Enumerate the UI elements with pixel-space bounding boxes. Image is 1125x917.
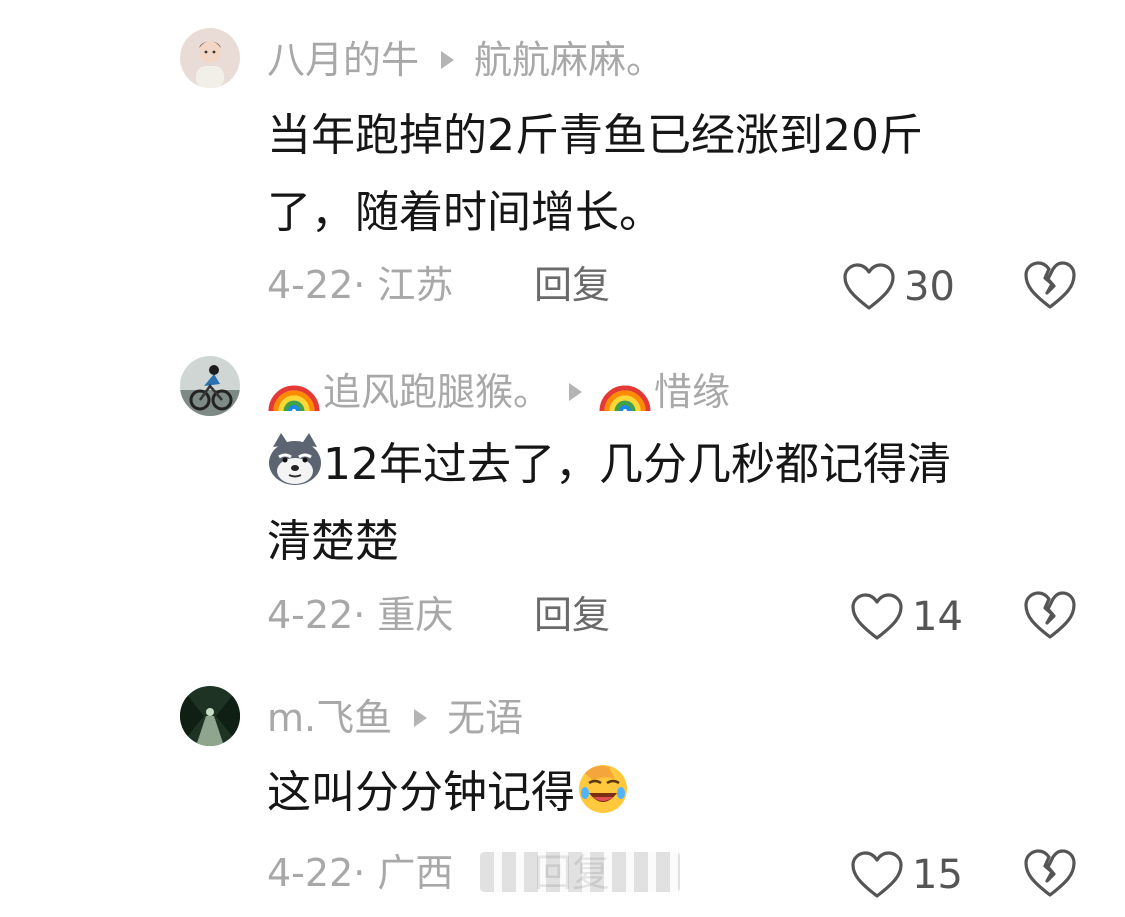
date-location: 4-22· 江苏	[267, 263, 454, 307]
heart-icon	[843, 263, 895, 310]
facepalm-laugh-emoji	[575, 759, 631, 815]
reply-button[interactable]: 回复	[534, 262, 610, 308]
broken-heart-icon	[1024, 591, 1076, 639]
comment-text: 当年跑掉的2斤青鱼已经涨到20斤 了，随着时间增长。	[267, 97, 1047, 251]
like-button[interactable]: 14	[850, 592, 963, 642]
username[interactable]: m.飞鱼	[267, 695, 392, 741]
comment-line: 12年过去了，几分几秒都记得清	[267, 426, 1047, 503]
comment-line-text: 这叫分分钟记得	[267, 767, 575, 818]
like-count: 14	[912, 594, 963, 640]
comment-line-text: 12年过去了，几分几秒都记得清	[323, 439, 951, 490]
reply-arrow-icon	[441, 51, 455, 69]
reply-arrow-icon	[569, 383, 583, 401]
broken-heart-icon	[1024, 849, 1076, 897]
reply-arrow-icon	[414, 709, 428, 727]
like-button[interactable]: 15	[850, 850, 963, 900]
comment-text: 这叫分分钟记得	[267, 754, 1047, 831]
reply-to-username[interactable]: 无语	[447, 695, 523, 741]
rainbow-emoji	[598, 365, 652, 419]
rainbow-emoji	[267, 365, 321, 419]
comment-meta: 4-22· 广西 回复	[267, 850, 610, 896]
avatar[interactable]	[180, 686, 240, 746]
comment-header: 八月的牛 航航麻麻。	[267, 37, 664, 83]
comment-text: 12年过去了，几分几秒都记得清 清楚楚	[267, 426, 1047, 580]
comment-meta: 4-22· 江苏 回复	[267, 262, 610, 308]
like-count: 30	[904, 264, 955, 310]
date-location: 4-22· 广西	[267, 851, 454, 895]
avatar[interactable]	[180, 28, 240, 88]
comment-line: 当年跑掉的2斤青鱼已经涨到20斤	[267, 110, 923, 161]
broken-heart-icon	[1024, 261, 1076, 309]
watermark-overlay	[480, 852, 680, 892]
heart-icon	[851, 851, 903, 898]
date-location: 4-22· 重庆	[267, 593, 454, 637]
comment-meta: 4-22· 重庆 回复	[267, 592, 610, 638]
comment-header: 追风跑腿猴。 惜缘	[267, 365, 730, 419]
username[interactable]: 追风跑腿猴。	[323, 369, 551, 415]
dislike-button[interactable]	[1022, 588, 1078, 644]
dislike-button[interactable]	[1022, 258, 1078, 314]
comment-line: 这叫分分钟记得	[267, 754, 1047, 831]
username[interactable]: 八月的牛	[267, 37, 419, 83]
reply-to-username[interactable]: 惜缘	[654, 369, 730, 415]
like-button[interactable]: 30	[842, 262, 955, 312]
avatar[interactable]	[180, 356, 240, 416]
comment-line: 清楚楚	[267, 516, 399, 567]
heart-icon	[851, 593, 903, 640]
reply-button[interactable]: 回复	[534, 592, 610, 638]
like-count: 15	[912, 852, 963, 898]
comment-header: m.飞鱼 无语	[267, 695, 523, 741]
husky-dog-emoji	[267, 431, 323, 487]
reply-to-username[interactable]: 航航麻麻。	[474, 37, 664, 83]
comment-line: 了，随着时间增长。	[267, 187, 663, 238]
dislike-button[interactable]	[1022, 846, 1078, 902]
